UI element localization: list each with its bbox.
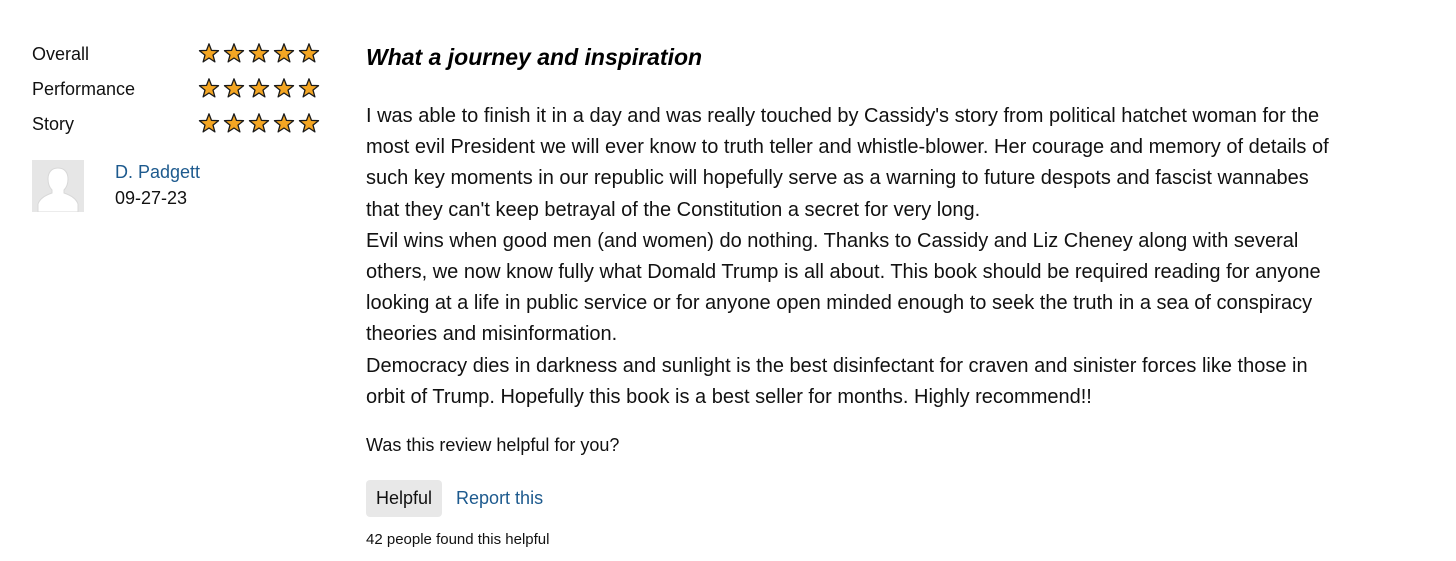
rating-label-story: Story [32,114,75,134]
ratings-sidebar: Overall Performance Story D. Padgett 09-… [32,38,332,212]
review-actions: Helpful Report this [366,480,1346,518]
star-icon [298,113,320,133]
star-icon [198,43,220,63]
star-icon [223,78,245,98]
review-paragraph: Democracy dies in darkness and sunlight … [366,354,1308,408]
star-icon [248,78,270,98]
reviewer-name-link[interactable]: D. Padgett [115,162,200,183]
star-icon [273,113,295,133]
review-body: I was able to finish it in a day and was… [366,101,1346,413]
report-link[interactable]: Report this [456,488,543,509]
avatar [32,160,84,212]
helpful-count: 42 people found this helpful [366,531,550,549]
star-icon [248,113,270,133]
review-content: What a journey and inspiration I was abl… [366,40,1346,548]
star-icon [298,78,320,98]
star-icon [298,43,320,63]
helpful-question: Was this review helpful for you? [366,435,620,456]
helpful-button[interactable]: Helpful [366,480,443,518]
star-icon [223,113,245,133]
star-icon [248,43,270,63]
rating-row-story: Story [32,108,332,143]
star-icon [273,43,295,63]
star-rating-story [198,112,320,134]
star-icon [273,78,295,98]
review-title: What a journey and inspiration [366,44,703,70]
rating-row-overall: Overall [32,38,332,73]
reviewer-info: D. Padgett 09-27-23 [32,160,332,220]
review-date: 09-27-23 [115,188,188,208]
star-icon [198,78,220,98]
review-paragraph: Evil wins when good men (and women) do n… [366,229,1321,346]
review-paragraph: I was able to finish it in a day and was… [366,105,1329,221]
star-icon [198,113,220,133]
rating-label-overall: Overall [32,44,90,64]
rating-row-performance: Performance [32,73,332,108]
star-rating-overall [198,42,320,64]
star-icon [223,43,245,63]
user-silhouette-icon [32,160,84,212]
star-rating-performance [198,77,320,99]
rating-label-performance: Performance [32,79,136,99]
